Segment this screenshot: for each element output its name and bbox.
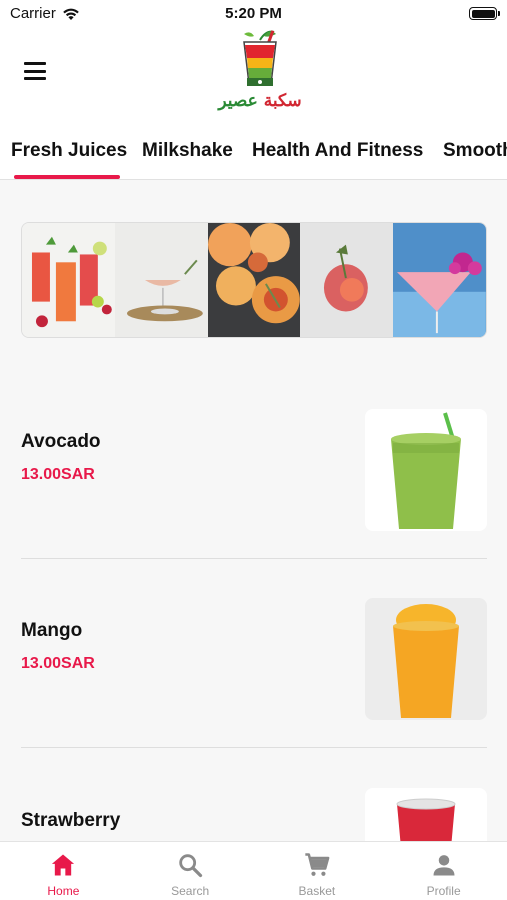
- nav-search[interactable]: Search: [127, 842, 254, 900]
- nav-home[interactable]: Home: [0, 842, 127, 900]
- battery-icon: [469, 7, 500, 20]
- banner-tile-cocktail: [114, 223, 208, 337]
- tab-smoothies[interactable]: Smoothies: [443, 140, 507, 162]
- banner-tile-citrus-drinks: [207, 223, 301, 337]
- nav-basket[interactable]: Basket: [254, 842, 381, 900]
- product-item-avocado[interactable]: Avocado 13.00SAR: [21, 409, 487, 533]
- nav-basket-label: Basket: [298, 884, 336, 898]
- juice-glass-logo-icon: [243, 30, 277, 86]
- user-icon: [433, 855, 455, 876]
- banner-tile-pink-cocktail: [393, 223, 486, 337]
- product-name: Mango: [21, 620, 83, 641]
- nav-profile-label: Profile: [426, 884, 461, 898]
- menu-button[interactable]: [24, 62, 46, 80]
- status-bar: Carrier 5:20 PM: [0, 0, 507, 28]
- product-price: 13.00SAR: [21, 466, 95, 483]
- promo-banner[interactable]: [21, 222, 487, 338]
- tab-health-and-fitness[interactable]: Health And Fitness: [252, 140, 423, 162]
- logo-word-1: سكبة: [263, 91, 302, 111]
- hamburger-line: [24, 69, 46, 73]
- nav-profile[interactable]: Profile: [380, 842, 507, 900]
- product-price: 13.00SAR: [21, 655, 95, 672]
- product-name: Strawberry: [21, 810, 121, 831]
- list-divider: [21, 747, 487, 748]
- home-icon: [52, 854, 75, 876]
- banner-tile-grapefruit-drink: [300, 223, 394, 337]
- bottom-navigation: Home Search Basket Profile: [0, 841, 507, 900]
- nav-home-label: Home: [47, 884, 80, 898]
- cart-icon: [305, 853, 330, 876]
- product-item-mango[interactable]: Mango 13.00SAR: [21, 598, 487, 722]
- search-icon: [179, 854, 203, 878]
- product-name: Avocado: [21, 431, 101, 452]
- logo-word-2: عصير: [218, 91, 258, 111]
- product-image-mango: [365, 598, 487, 720]
- tab-fresh-juices[interactable]: Fresh Juices: [11, 140, 127, 162]
- category-tabs: Fresh Juices Milkshake Health And Fitnes…: [0, 122, 507, 180]
- brand-logo: سكبة عصير: [210, 28, 310, 120]
- active-tab-indicator: [14, 175, 120, 179]
- banner-tile-red-drinks: [22, 223, 115, 337]
- status-time: 5:20 PM: [225, 5, 282, 22]
- app-header: سكبة عصير: [0, 28, 507, 122]
- nav-search-label: Search: [171, 884, 210, 898]
- list-divider: [21, 558, 487, 559]
- hamburger-line: [24, 77, 46, 80]
- product-image-avocado: [365, 409, 487, 531]
- hamburger-line: [24, 62, 46, 65]
- logo-text: سكبة عصير: [210, 91, 310, 111]
- tab-milkshake[interactable]: Milkshake: [142, 140, 233, 162]
